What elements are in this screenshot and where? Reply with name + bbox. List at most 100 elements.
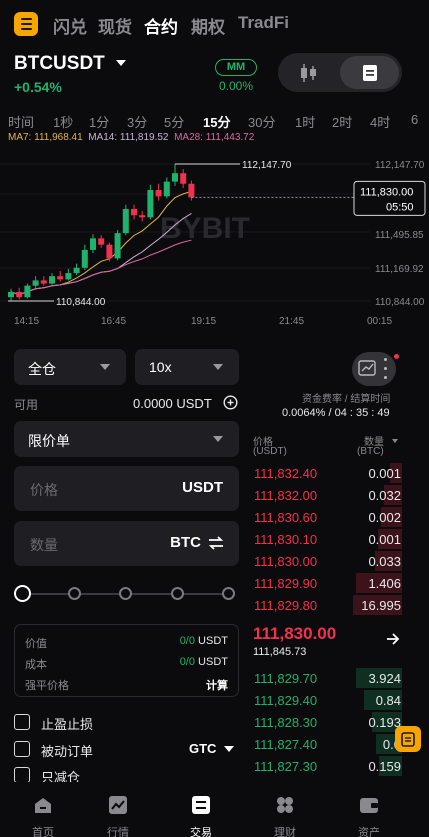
candle-body xyxy=(49,276,55,284)
symbol-selector[interactable]: BTCUSDT xyxy=(14,53,105,75)
chart-overlay-button[interactable] xyxy=(352,352,399,386)
price-change: +0.54% xyxy=(14,79,62,95)
interval-2h[interactable]: 2时 xyxy=(332,112,352,131)
price-chart[interactable]: BYBIT 112,147.70 110,844.00 112,147.70 111,… xyxy=(0,148,429,330)
interval-1m[interactable]: 1分 xyxy=(89,112,109,131)
time-axis-label: 14:15 xyxy=(14,316,39,327)
reduce-only-checkbox[interactable] xyxy=(14,767,30,783)
ask-row[interactable]: 111,830.00 0.033 xyxy=(250,550,402,572)
calculate-button[interactable]: 计算 xyxy=(206,677,228,693)
liq-price-label: 强平价格 xyxy=(25,680,69,692)
bid-row[interactable]: 111,829.70 3.924 xyxy=(250,667,402,689)
available-value: 0.0000 USDT xyxy=(133,396,212,411)
interval-30m[interactable]: 30分 xyxy=(248,112,275,131)
value-amount: 0/0 USDT xyxy=(180,635,228,647)
candle-body xyxy=(32,280,39,286)
interval-6h[interactable]: 6 xyxy=(411,112,418,127)
order-type-dropdown[interactable]: 限价单 xyxy=(14,421,239,457)
ask-row[interactable]: 111,830.60 0.002 xyxy=(250,506,402,528)
nav-home[interactable]: 首页 xyxy=(0,782,86,837)
mm-value: 0.00% xyxy=(219,79,254,93)
candle-body xyxy=(163,181,170,197)
candle-body xyxy=(114,233,121,259)
slider-handle[interactable] xyxy=(14,585,31,602)
order-type-label: 限价单 xyxy=(28,433,70,449)
low-marker-label: 110,844.00 xyxy=(56,297,106,308)
margin-mode-label: 全仓 xyxy=(28,361,56,377)
ob-qty-unit: (BTC) xyxy=(357,446,384,457)
mm-badge[interactable]: MM xyxy=(215,59,257,76)
add-circle-icon[interactable] xyxy=(223,395,238,410)
bid-row[interactable]: 111,827.30 0.159 xyxy=(250,755,402,777)
bid-qty: 0.159 xyxy=(368,759,401,774)
order-summary: 价值 0/0 USDT 成本 0/0 USDT 强平价格 计算 xyxy=(14,624,239,697)
trade-icon xyxy=(192,796,210,814)
tab-tradfi[interactable]: TradFi xyxy=(238,13,289,33)
menu-icon[interactable] xyxy=(14,12,38,36)
quantity-unit: BTC xyxy=(170,534,201,551)
candle-body xyxy=(147,190,154,218)
ask-row[interactable]: 111,832.00 0.032 xyxy=(250,484,402,506)
quantity-input[interactable]: 数量 BTC xyxy=(14,521,239,566)
bid-row[interactable]: 111,827.40 0.0 xyxy=(250,733,402,755)
bottom-nav: 首页 行情 交易 理财 资产 xyxy=(0,782,429,837)
candle-body xyxy=(180,173,187,184)
available-label: 可用 xyxy=(14,398,39,412)
order-float-button[interactable] xyxy=(395,726,421,752)
interval-1h[interactable]: 1时 xyxy=(295,112,315,131)
interval-5m[interactable]: 5分 xyxy=(164,112,184,131)
tab-spot[interactable]: 现货 xyxy=(98,13,132,38)
ask-qty: 0.033 xyxy=(368,554,401,569)
ask-row[interactable]: 111,829.90 1.406 xyxy=(250,572,402,594)
document-icon xyxy=(363,65,377,81)
candle-body xyxy=(188,183,195,198)
interval-15m[interactable]: 15分 xyxy=(203,112,230,131)
tab-contracts[interactable]: 合约 xyxy=(144,13,178,38)
slider-step-75[interactable] xyxy=(171,587,184,600)
caret-down-icon[interactable] xyxy=(224,746,234,752)
ask-qty: 0.001 xyxy=(368,466,401,481)
interval-3m[interactable]: 3分 xyxy=(127,112,147,131)
tp-sl-checkbox[interactable] xyxy=(14,714,30,730)
slider-step-25[interactable] xyxy=(68,587,81,600)
swap-icon[interactable] xyxy=(207,535,225,551)
nav-trade[interactable]: 交易 xyxy=(158,782,244,837)
chevron-down-icon[interactable] xyxy=(116,60,126,66)
nav-assets[interactable]: 资产 xyxy=(326,782,412,837)
price-axis-label: 111,169.92 xyxy=(375,264,424,275)
price-input[interactable]: 价格 USDT xyxy=(14,466,239,511)
interval-1s[interactable]: 1秒 xyxy=(53,112,73,131)
candle-body xyxy=(40,280,47,284)
tab-convert[interactable]: 闪兑 xyxy=(53,13,87,38)
leverage-label: 10x xyxy=(149,359,172,375)
slider-step-50[interactable] xyxy=(119,587,132,600)
bid-qty: 0.84 xyxy=(375,693,401,708)
bid-row[interactable]: 111,828.30 0.193 xyxy=(250,711,402,733)
margin-mode-dropdown[interactable]: 全仓 xyxy=(14,349,126,385)
tif-selector[interactable]: GTC xyxy=(189,741,216,756)
ma14-label: MA14: 111,819.52 xyxy=(88,132,169,143)
candlestick-icon[interactable] xyxy=(298,63,320,83)
arrow-right-icon[interactable] xyxy=(386,632,400,646)
last-price[interactable]: 111,830.00 xyxy=(253,624,336,644)
home-icon xyxy=(35,798,51,813)
ask-qty: 1.406 xyxy=(368,576,401,591)
leverage-dropdown[interactable]: 10x xyxy=(135,349,239,385)
ma28-label: MA28: 111,443.72 xyxy=(174,132,255,143)
nav-markets[interactable]: 行情 xyxy=(75,782,161,837)
caret-down-icon[interactable] xyxy=(392,439,398,443)
ask-row[interactable]: 111,830.10 0.001 xyxy=(250,528,402,550)
tab-options[interactable]: 期权 xyxy=(191,13,225,38)
ask-row[interactable]: 111,832.40 0.001 xyxy=(250,462,402,484)
candle-body xyxy=(131,208,137,216)
slider-step-100[interactable] xyxy=(222,587,235,600)
nav-earn[interactable]: 理财 xyxy=(242,782,328,837)
interval-4h[interactable]: 4时 xyxy=(370,112,390,131)
ask-row[interactable]: 111,829.80 16.995 xyxy=(250,594,402,616)
post-only-checkbox[interactable] xyxy=(14,741,30,757)
quantity-placeholder: 数量 xyxy=(30,537,58,553)
bid-row[interactable]: 111,829.40 0.84 xyxy=(250,689,402,711)
ask-qty: 0.032 xyxy=(368,488,401,503)
interval-time[interactable]: 时间 xyxy=(8,112,34,131)
ask-qty: 0.002 xyxy=(368,510,401,525)
